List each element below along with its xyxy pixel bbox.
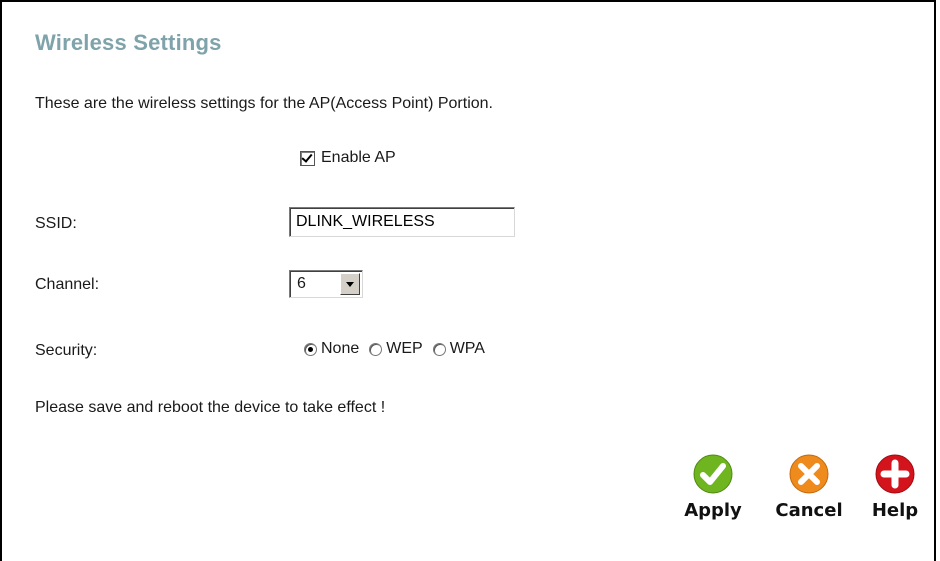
security-option-wpa[interactable]: WPA [432, 340, 485, 358]
chevron-down-icon[interactable] [340, 273, 360, 295]
security-label: Security: [35, 342, 98, 359]
security-radio-group: None WEP WPA [304, 340, 495, 358]
security-option-wep[interactable]: WEP [369, 340, 423, 358]
cancel-button[interactable]: Cancel [774, 454, 844, 521]
security-option-none[interactable]: None [304, 340, 359, 358]
x-icon [789, 454, 829, 494]
radio-none[interactable] [304, 342, 317, 356]
radio-wpa[interactable] [432, 342, 446, 356]
intro-text: These are the wireless settings for the … [35, 95, 493, 112]
radio-wep[interactable] [369, 342, 383, 356]
security-option-label: None [321, 340, 360, 357]
page-title: Wireless Settings [35, 30, 222, 55]
channel-label: Channel: [35, 276, 100, 293]
channel-value: 6 [297, 275, 306, 292]
apply-button[interactable]: Apply [678, 454, 748, 521]
channel-select[interactable]: 6 [289, 270, 363, 298]
cancel-label: Cancel [775, 500, 843, 521]
settings-panel: Wireless Settings These are the wireless… [0, 0, 936, 561]
check-icon [693, 454, 733, 494]
enable-ap-checkbox[interactable] [300, 150, 315, 166]
ssid-input[interactable] [289, 207, 515, 237]
security-option-label: WPA [449, 340, 485, 357]
security-option-label: WEP [386, 340, 423, 357]
help-button[interactable]: Help [860, 454, 930, 521]
reboot-note: Please save and reboot the device to tak… [35, 399, 386, 416]
help-label: Help [871, 500, 919, 521]
plus-icon [875, 454, 915, 494]
ssid-label: SSID: [35, 215, 77, 232]
enable-ap-label: Enable AP [321, 149, 396, 166]
apply-label: Apply [684, 500, 742, 521]
enable-ap-row[interactable]: Enable AP [300, 149, 396, 167]
